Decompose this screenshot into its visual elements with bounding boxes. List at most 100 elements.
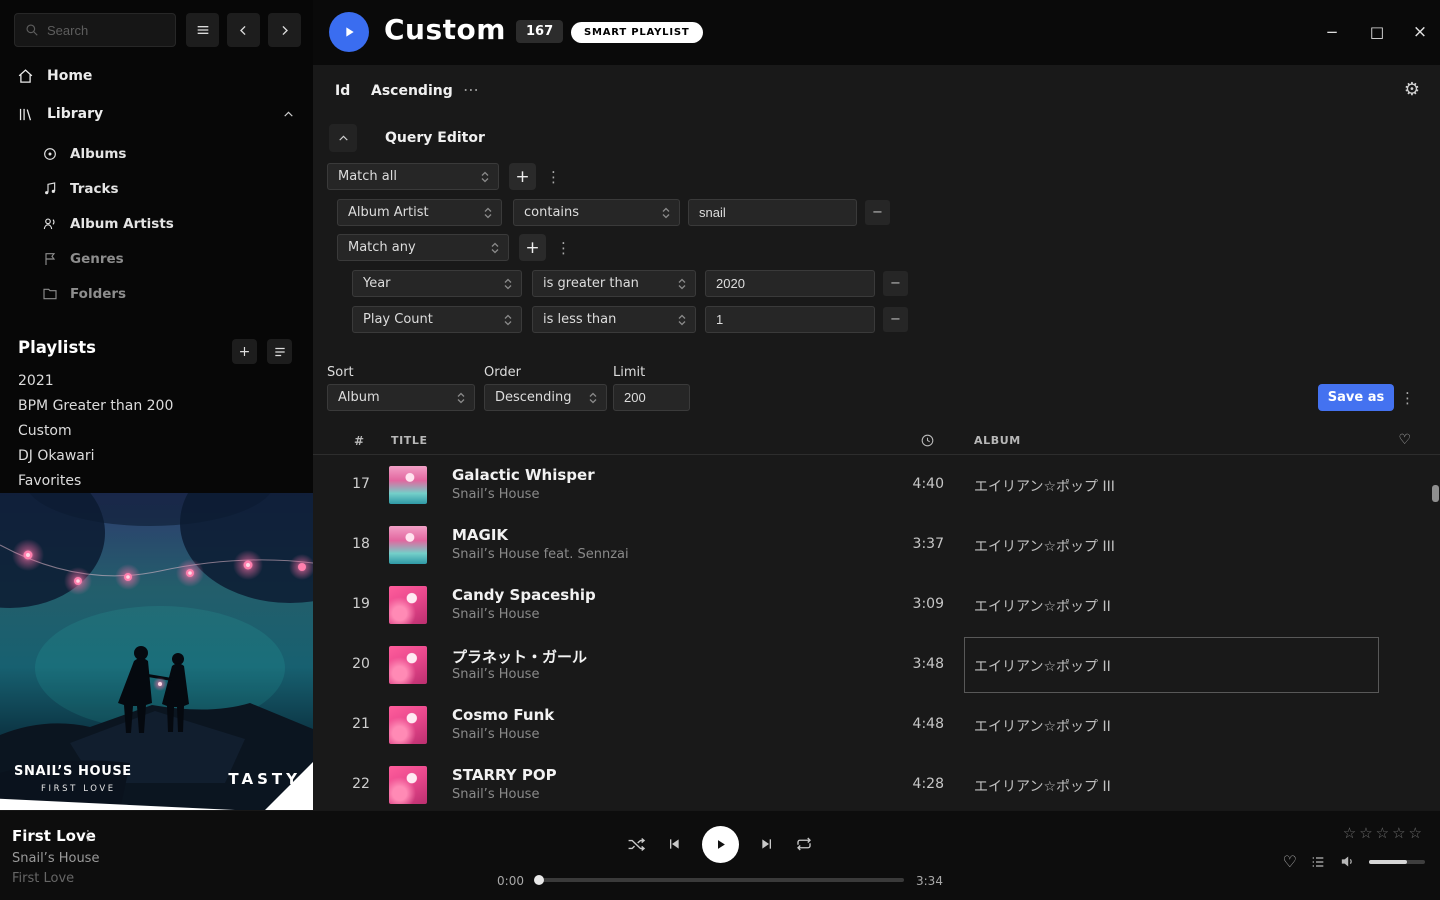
sort-select-value: Album [338,390,380,405]
play-playlist-button[interactable] [329,12,369,52]
track-album: エイリアン☆ポップ II [974,656,1111,676]
forward-button[interactable] [268,13,301,47]
volume-slider[interactable] [1369,860,1425,864]
select-caret-icon [676,313,688,327]
rule1-operator-select[interactable]: contains [513,199,680,226]
save-as-button[interactable]: Save as [1318,384,1394,411]
track-title: STARRY POP [452,766,557,784]
menu-button[interactable] [186,13,219,47]
track-title: Candy Spaceship [452,586,596,604]
star-icon[interactable]: ☆ [1343,824,1359,842]
sidebar-item-albums[interactable]: Albums [0,136,313,171]
save-menu-button[interactable]: ⋮ [1400,389,1414,407]
track-row[interactable]: 22 STARRY POP Snail’s House 4:28 エイリアン☆ポ… [313,755,1440,810]
track-duration: 3:48 [874,656,944,672]
rule2-remove-button[interactable]: − [883,271,908,296]
now-playing-menu-button[interactable]: ⋮ [81,828,95,844]
star-icon[interactable]: ☆ [1409,824,1425,842]
repeat-button[interactable] [795,835,813,853]
window-minimize-button[interactable]: − [1321,21,1343,43]
sort-direction-button[interactable]: Ascending [371,83,453,99]
sidebar-item-home[interactable]: Home [0,58,313,94]
limit-input[interactable] [613,384,690,411]
album-column-header[interactable]: ALBUM [974,434,1021,447]
sidebar-item-library[interactable]: Library [0,96,313,132]
play-pause-button[interactable] [702,826,739,863]
seek-bar[interactable] [536,878,904,882]
query-editor-collapse-button[interactable] [329,124,357,152]
add-rule-button-group1[interactable]: + [509,163,536,190]
total-time: 3:34 [916,874,943,888]
star-icon[interactable]: ☆ [1359,824,1375,842]
queue-button[interactable] [1310,854,1326,870]
add-playlist-button[interactable]: + [232,339,257,364]
playlist-item-bpm[interactable]: BPM Greater than 200 [18,393,173,418]
sort-field-button[interactable]: Id [335,83,350,99]
settings-gear-icon[interactable]: ⚙ [1404,79,1420,100]
back-button[interactable] [227,13,260,47]
star-icon[interactable]: ☆ [1392,824,1408,842]
rule3-field-select[interactable]: Play Count [352,306,522,333]
title-column-header[interactable]: TITLE [391,434,428,447]
order-select[interactable]: Descending [484,384,607,411]
track-row[interactable]: 20 プラネット・ガール Snail’s House 3:48 エイリアン☆ポッ… [313,635,1440,695]
sidebar-item-folders[interactable]: Folders [0,276,313,311]
rule2-operator-select[interactable]: is greater than [532,270,696,297]
volume-icon[interactable] [1339,853,1356,870]
track-row[interactable]: 17 Galactic Whisper Snail’s House 4:40 エ… [313,455,1440,515]
tracks-label: Tracks [70,181,119,197]
order-label: Order [484,365,521,380]
track-rating[interactable]: ☆☆☆☆☆ [1343,824,1425,842]
window-close-button[interactable]: × [1409,21,1431,43]
rule2-field-select[interactable]: Year [352,270,522,297]
favorite-heart-button[interactable]: ♡ [1283,854,1297,870]
rule1-value-input[interactable] [688,199,857,226]
minus-icon: − [890,276,901,291]
shuffle-button[interactable] [627,835,646,854]
add-rule-button-group2[interactable]: + [519,234,546,261]
sidebar-item-album-artists[interactable]: Album Artists [0,206,313,241]
search-box[interactable] [14,13,176,47]
now-playing-cover-art[interactable]: SNAIL’S HOUSE FIRST LOVE TASTY [0,493,313,810]
playlist-item-dj-okawari[interactable]: DJ Okawari [18,443,95,468]
rule3-operator-select[interactable]: is less than [532,306,696,333]
track-row[interactable]: 18 MAGIK Snail’s House feat. Sennzai 3:3… [313,515,1440,575]
rule2-value-input[interactable] [705,270,875,297]
select-caret-icon [479,170,491,184]
match-select-group2[interactable]: Match any [337,234,509,261]
now-playing-album[interactable]: First Love [12,871,74,886]
group2-menu-button[interactable]: ⋮ [556,239,570,257]
rule1-remove-button[interactable]: − [865,200,890,225]
rule3-value-input[interactable] [705,306,875,333]
playlist-item-2021[interactable]: 2021 [18,368,54,393]
collapse-chevron-icon[interactable] [282,108,295,121]
app-window: Home Library Albums Tracks [0,0,1440,900]
scrollbar-thumb[interactable] [1432,485,1439,502]
window-maximize-button[interactable]: □ [1366,21,1388,43]
sidebar-item-genres[interactable]: Genres [0,241,313,276]
sidebar-item-tracks[interactable]: Tracks [0,171,313,206]
next-track-button[interactable] [759,836,775,852]
search-input[interactable] [47,23,165,38]
playlist-label: Favorites [18,473,81,489]
sort-select[interactable]: Album [327,384,475,411]
track-row[interactable]: 19 Candy Spaceship Snail’s House 3:09 エイ… [313,575,1440,635]
track-album: エイリアン☆ポップ III [974,536,1115,556]
playlist-item-favorites[interactable]: Favorites [18,468,81,493]
group1-menu-button[interactable]: ⋮ [546,168,560,186]
now-playing-artist[interactable]: Snail’s House [12,851,99,866]
previous-track-button[interactable] [666,836,682,852]
view-more-button[interactable]: ⋯ [463,80,479,99]
seek-handle[interactable] [534,875,544,885]
home-icon [17,68,34,85]
number-column-header[interactable]: # [354,434,365,448]
rule1-field-select[interactable]: Album Artist [337,199,502,226]
rule3-remove-button[interactable]: − [883,307,908,332]
track-row[interactable]: 21 Cosmo Funk Snail’s House 4:48 エイリアン☆ポ… [313,695,1440,755]
duration-column-header-clock-icon[interactable] [920,433,935,448]
match-select-group1[interactable]: Match all [327,163,499,190]
star-icon[interactable]: ☆ [1376,824,1392,842]
playlist-list-button[interactable] [267,339,292,364]
favorite-column-header-heart-icon[interactable]: ♡ [1398,432,1411,448]
playlist-item-custom[interactable]: Custom [18,418,72,443]
